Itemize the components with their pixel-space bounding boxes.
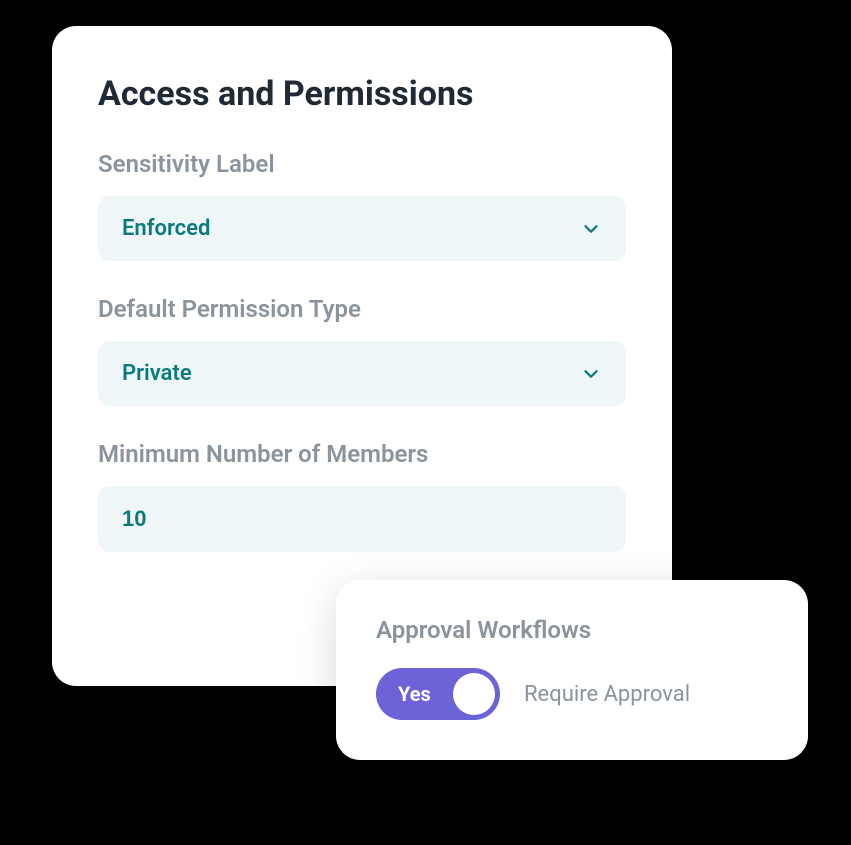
sensitivity-label-select[interactable]: Enforced [98,196,626,261]
min-members-label: Minimum Number of Members [98,440,626,468]
min-members-input-wrapper[interactable] [98,486,626,552]
chevron-down-icon [580,363,602,385]
permission-type-value: Private [122,361,192,386]
permission-type-field: Default Permission Type Private [98,295,626,406]
min-members-input[interactable] [122,506,602,532]
sensitivity-label-value: Enforced [122,216,210,241]
approval-workflows-title: Approval Workflows [376,616,768,644]
sensitivity-label-text: Sensitivity Label [98,150,626,178]
toggle-knob [453,673,495,715]
sensitivity-label-field: Sensitivity Label Enforced [98,150,626,261]
require-approval-label: Require Approval [524,682,690,707]
min-members-field: Minimum Number of Members [98,440,626,552]
require-approval-toggle[interactable]: Yes [376,668,500,720]
approval-workflows-card: Approval Workflows Yes Require Approval [336,580,808,760]
permission-type-label: Default Permission Type [98,295,626,323]
require-approval-row: Yes Require Approval [376,668,768,720]
chevron-down-icon [580,218,602,240]
toggle-state-label: Yes [398,682,431,706]
card-title: Access and Permissions [98,74,626,114]
permission-type-select[interactable]: Private [98,341,626,406]
